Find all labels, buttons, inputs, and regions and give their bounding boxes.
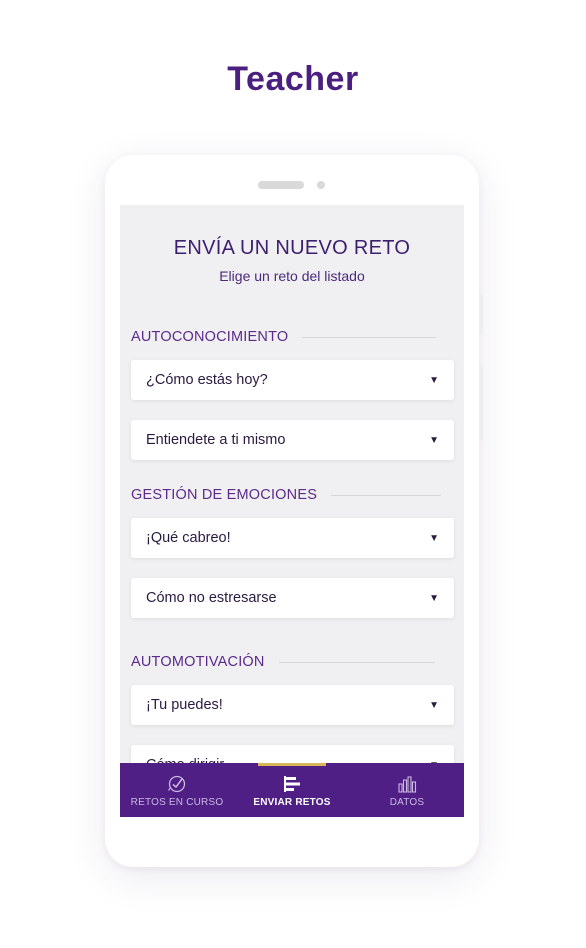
challenge-select[interactable]: Entiendete a ti mismo ▼ [131, 420, 454, 460]
challenge-select[interactable]: ¡Qué cabreo! ▼ [131, 518, 454, 558]
chevron-down-icon: ▼ [429, 532, 439, 544]
tab-datos[interactable]: DATOS [350, 763, 464, 817]
tab-enviar-retos[interactable]: ENVIAR RETOS [235, 763, 349, 817]
challenge-select-label: ¡Qué cabreo! [146, 530, 231, 546]
phone-side-button [479, 365, 483, 441]
challenge-select-label: ¡Tu puedes! [146, 697, 223, 713]
section-label: AUTOMOTIVACIÓN [131, 654, 265, 670]
challenge-select-label: Cómo no estresarse [146, 590, 277, 606]
app-screen: ENVÍA UN NUEVO RETO Elige un reto del li… [120, 205, 464, 817]
tab-retos-en-curso[interactable]: RETOS EN CURSO [120, 763, 234, 817]
bar-chart-icon [398, 776, 417, 793]
challenge-select-label: ¿Cómo estás hoy? [146, 372, 268, 388]
chevron-down-icon: ▼ [429, 374, 439, 386]
page-title: Teacher [227, 60, 359, 98]
section-header-gestion-emociones: GESTIÓN DE EMOCIONES [131, 487, 442, 503]
section-divider [302, 336, 437, 338]
tab-label: ENVIAR RETOS [253, 797, 331, 808]
section-header-autoconocimiento: AUTOCONOCIMIENTO [131, 329, 437, 345]
bottom-tab-bar: RETOS EN CURSO ENVIAR RETOS DATOS [120, 763, 464, 817]
section-label: GESTIÓN DE EMOCIONES [131, 487, 318, 503]
tab-label: DATOS [389, 797, 425, 808]
chevron-down-icon: ▼ [429, 592, 439, 604]
challenges-check-icon [167, 775, 186, 793]
phone-device: ENVÍA UN NUEVO RETO Elige un reto del li… [105, 155, 483, 867]
section-divider [331, 494, 442, 496]
section-divider [278, 661, 435, 663]
challenge-select[interactable]: ¿Cómo estás hoy? ▼ [131, 360, 454, 400]
phone-camera [317, 181, 325, 189]
tab-label: RETOS EN CURSO [130, 797, 224, 808]
screen-title: ENVÍA UN NUEVO RETO [173, 237, 411, 259]
section-label: AUTOCONOCIMIENTO [131, 329, 289, 345]
phone-speaker [258, 181, 304, 189]
chevron-down-icon: ▼ [429, 699, 439, 711]
challenge-select-label: Entiendete a ti mismo [146, 432, 286, 448]
challenge-select[interactable]: Cómo no estresarse ▼ [131, 578, 454, 618]
challenge-select[interactable]: ¡Tu puedes! ▼ [131, 685, 454, 725]
chevron-down-icon: ▼ [429, 434, 439, 446]
send-list-icon [284, 776, 300, 792]
screen-header: ENVÍA UN NUEVO RETO Elige un reto del li… [120, 237, 464, 284]
section-header-automotivacion: AUTOMOTIVACIÓN [131, 654, 435, 670]
screen-subtitle: Elige un reto del listado [219, 268, 365, 284]
phone-side-button [479, 293, 483, 335]
